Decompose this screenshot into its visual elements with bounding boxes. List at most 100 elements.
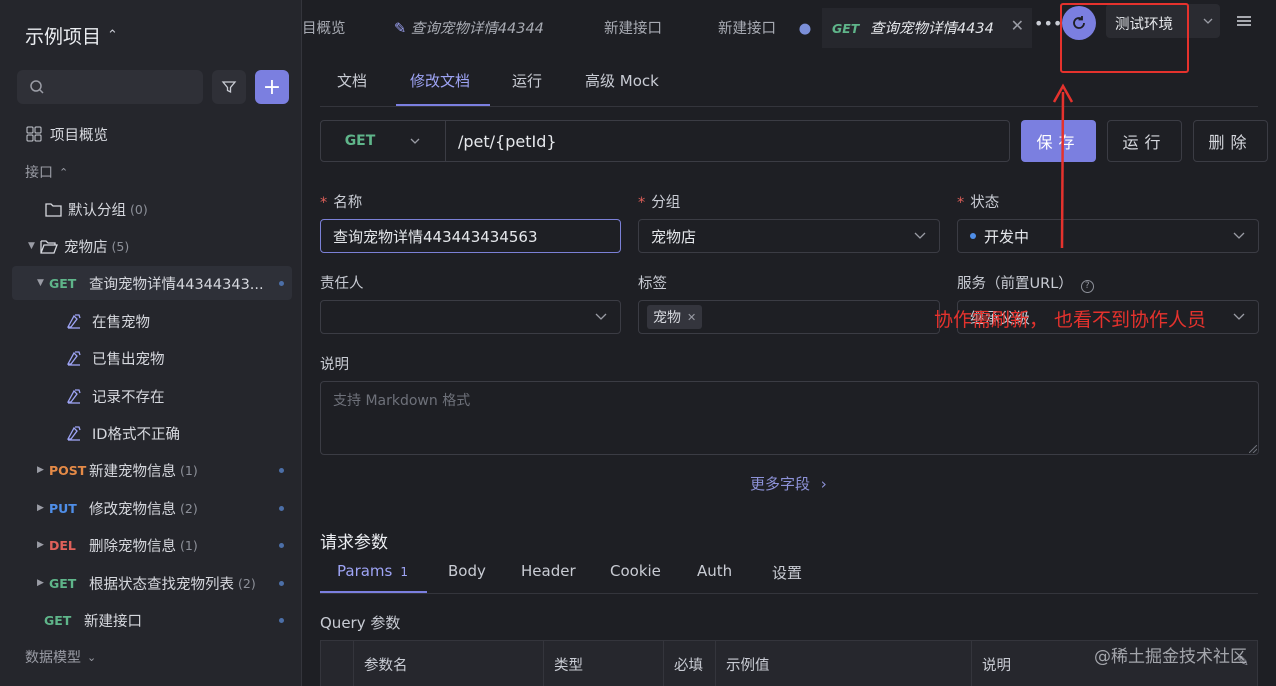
case-icon (66, 351, 81, 366)
tab-settings[interactable]: 设置 (772, 562, 802, 583)
case-icon (66, 389, 81, 404)
project-title: 示例项目 (25, 26, 102, 48)
status-dot (279, 580, 284, 586)
filter-icon (221, 81, 237, 94)
tab-advanced-mock[interactable]: 高级 Mock (585, 70, 659, 91)
caret-right-icon: ▶ (37, 578, 44, 588)
sidebar-item-default-group[interactable]: 默认分组 (0) (0, 192, 302, 226)
grid-icon (26, 126, 42, 142)
search-input[interactable] (17, 70, 203, 104)
annotation-box (1060, 3, 1189, 73)
sidebar-api-item[interactable]: ▶ PUT 修改宠物信息 (2) (0, 491, 302, 525)
tab-underline (320, 591, 427, 593)
status-dot (279, 505, 284, 511)
sidebar-case-item[interactable]: 已售出宠物 (0, 341, 302, 375)
sidebar-case-item[interactable]: 记录不存在 (0, 379, 302, 413)
tab-params[interactable]: Params 1 (337, 562, 408, 580)
caret-right-icon: ▶ (37, 503, 44, 513)
tab-run[interactable]: 运行 (512, 70, 542, 91)
section-title-params: 请求参数 (320, 533, 388, 553)
run-button[interactable]: 运行 (1107, 120, 1182, 162)
search-icon (30, 80, 44, 94)
query-params-label: Query 参数 (320, 614, 401, 632)
tab-new-api[interactable]: 新建接口 (604, 17, 662, 38)
more-icon[interactable]: ••• (1034, 14, 1062, 33)
annotation-arrow (1052, 83, 1074, 249)
status-dot (279, 617, 284, 623)
sidebar-api-item[interactable]: ▶ POST 新建宠物信息 (1) (0, 453, 302, 487)
hamburger-icon (1237, 16, 1251, 26)
caret-down-icon: ▼ (28, 241, 35, 251)
owner-label: 责任人 (320, 276, 364, 292)
method-select[interactable]: GET (321, 121, 446, 161)
tab-active-get[interactable]: GET 查询宠物详情4434 ✕ (822, 8, 1032, 48)
caret-right-icon: ▶ (37, 540, 44, 550)
tab-auth[interactable]: Auth (697, 562, 732, 580)
annotation-text: 协作需刷新， 也看不到协作人员 (934, 309, 1207, 331)
project-switcher[interactable]: 示例项目 ⌃ (25, 22, 118, 49)
owner-select[interactable] (320, 300, 621, 334)
name-label: * 名称 (320, 195, 363, 211)
param-tabs: Params 1 Body Header Cookie Auth 设置 (320, 552, 1258, 594)
chevron-up-icon: ⌃ (59, 165, 69, 179)
chevron-down-icon: ⌄ (87, 650, 97, 664)
status-label: * 状态 (957, 195, 1000, 211)
status-select[interactable]: 开发中 (957, 219, 1259, 253)
sidebar-api-item[interactable]: GET 新建接口 (0, 603, 302, 637)
tab-query-pet[interactable]: ✎ 查询宠物详情44344 (394, 17, 554, 38)
desc-textarea[interactable]: 支持 Markdown 格式 (320, 381, 1259, 455)
tab-overview[interactable]: 目概览 (302, 17, 372, 38)
close-icon[interactable]: ✕ (1011, 16, 1024, 35)
unsaved-dot-icon: ● (798, 21, 812, 37)
plus-icon: + (262, 74, 282, 100)
service-label: 服务（前置URL）? (957, 272, 1094, 293)
sidebar-item-overview[interactable]: 项目概览 (0, 117, 302, 151)
sidebar-section-data-model[interactable]: 数据模型 ⌄ (0, 640, 302, 674)
name-field[interactable]: 查询宠物详情443443434563 (320, 219, 621, 253)
resize-handle-icon[interactable] (1249, 445, 1257, 453)
menu-button[interactable] (1226, 4, 1262, 38)
column-header: 参数名 (353, 641, 543, 686)
url-bar: GET /pet/{petId} (320, 120, 1010, 162)
tags-label: 标签 (638, 276, 667, 292)
status-dot (279, 542, 284, 548)
chevron-updown-icon: ⌃ (107, 28, 118, 43)
folder-icon (45, 202, 62, 217)
column-header: 必填 (663, 641, 715, 686)
tab-body[interactable]: Body (448, 562, 486, 580)
caret-right-icon: ▶ (37, 465, 44, 475)
main-panel: 文档 修改文档 运行 高级 Mock GET /pet/{petId} 保存 运… (302, 55, 1276, 686)
more-fields-link[interactable]: 更多字段 › (750, 473, 827, 494)
tags-input[interactable]: 宠物 ✕ (638, 300, 940, 334)
caret-down-icon: ▼ (37, 278, 44, 288)
sidebar-item-active-api[interactable]: ▼ GET 查询宠物详情44344343... (12, 266, 292, 300)
sidebar-api-item[interactable]: ▶ GET 根据状态查找宠物列表 (2) (0, 566, 302, 600)
help-icon[interactable]: ? (1080, 279, 1094, 293)
add-button[interactable]: + (255, 70, 289, 104)
folder-open-icon (40, 239, 58, 254)
tab-edit-doc[interactable]: 修改文档 (410, 70, 470, 91)
chevron-down-icon (1203, 18, 1213, 24)
case-icon (66, 314, 81, 329)
watermark: @稀土掘金技术社区 (1094, 647, 1247, 667)
tab-doc[interactable]: 文档 (337, 70, 367, 91)
sidebar-api-item[interactable]: ▶ DEL 删除宠物信息 (1) (0, 528, 302, 562)
tab-header[interactable]: Header (521, 562, 576, 580)
chevron-down-icon (410, 138, 420, 144)
case-icon: ✎ (394, 21, 407, 37)
sidebar-item-pet-store[interactable]: ▼ 宠物店 (5) (0, 229, 302, 263)
url-input[interactable]: /pet/{petId} (446, 121, 557, 161)
sidebar-case-item[interactable]: ID格式不正确 (0, 416, 302, 450)
status-dot (279, 467, 284, 473)
close-icon[interactable]: ✕ (687, 311, 696, 324)
tab-cookie[interactable]: Cookie (610, 562, 661, 580)
delete-button[interactable]: 删除 (1193, 120, 1268, 162)
filter-button[interactable] (212, 70, 246, 104)
desc-label: 说明 (320, 357, 349, 373)
sidebar-section-api[interactable]: 接口 ⌃ (0, 155, 302, 189)
group-select[interactable]: 宠物店 (638, 219, 940, 253)
case-icon (66, 426, 81, 441)
tab-underline (396, 104, 490, 106)
sidebar-case-item[interactable]: 在售宠物 (0, 304, 302, 338)
tab-new-api-2[interactable]: 新建接口 ● (718, 17, 811, 38)
